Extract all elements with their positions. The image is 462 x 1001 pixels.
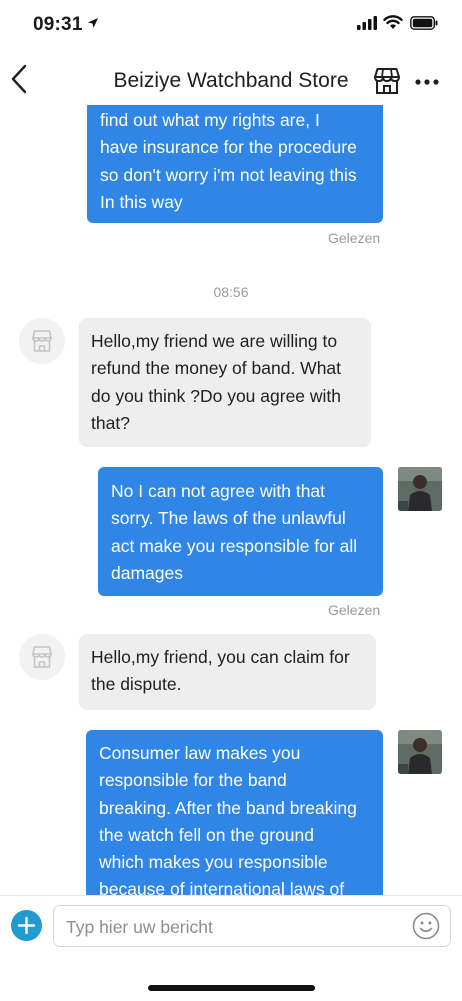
read-receipt: Gelezen [328, 230, 381, 246]
message-outgoing[interactable]: No I can not agree with that sorry. The … [98, 467, 383, 596]
status-bar: 09:31 [0, 0, 462, 50]
user-avatar[interactable] [398, 730, 442, 774]
message-input[interactable] [64, 906, 408, 948]
read-receipt: Gelezen [328, 602, 381, 618]
message-incoming[interactable]: Hello,my friend we are willing to refund… [79, 318, 371, 447]
location-arrow-icon [88, 18, 98, 28]
store-avatar[interactable] [19, 318, 65, 364]
status-time: 09:31 [33, 14, 83, 35]
home-indicator [148, 985, 315, 991]
message-incoming[interactable]: Hello,my friend, you can claim for the d… [79, 634, 376, 710]
add-attachment-button[interactable] [11, 910, 42, 941]
more-options-icon[interactable] [414, 78, 440, 86]
store-icon [32, 646, 52, 668]
message-outgoing[interactable]: Consumer law makes you responsible for t… [86, 730, 383, 905]
user-avatar[interactable] [398, 467, 442, 511]
store-avatar[interactable] [19, 634, 65, 680]
message-composer [0, 895, 462, 1001]
message-input-container [53, 905, 451, 948]
chat-header: Beiziye Watchband Store [0, 52, 462, 110]
cellular-signal-icon [357, 16, 377, 30]
emoji-icon[interactable] [412, 912, 440, 940]
store-icon[interactable] [372, 66, 402, 96]
user-photo-icon [398, 467, 442, 511]
battery-icon [410, 16, 438, 30]
plus-icon [17, 916, 36, 935]
message-outgoing[interactable]: find out what my rights are, I have insu… [87, 105, 383, 223]
wifi-icon [383, 15, 403, 29]
message-timestamp: 08:56 [213, 284, 249, 300]
user-photo-icon [398, 730, 442, 774]
store-icon [32, 330, 52, 352]
